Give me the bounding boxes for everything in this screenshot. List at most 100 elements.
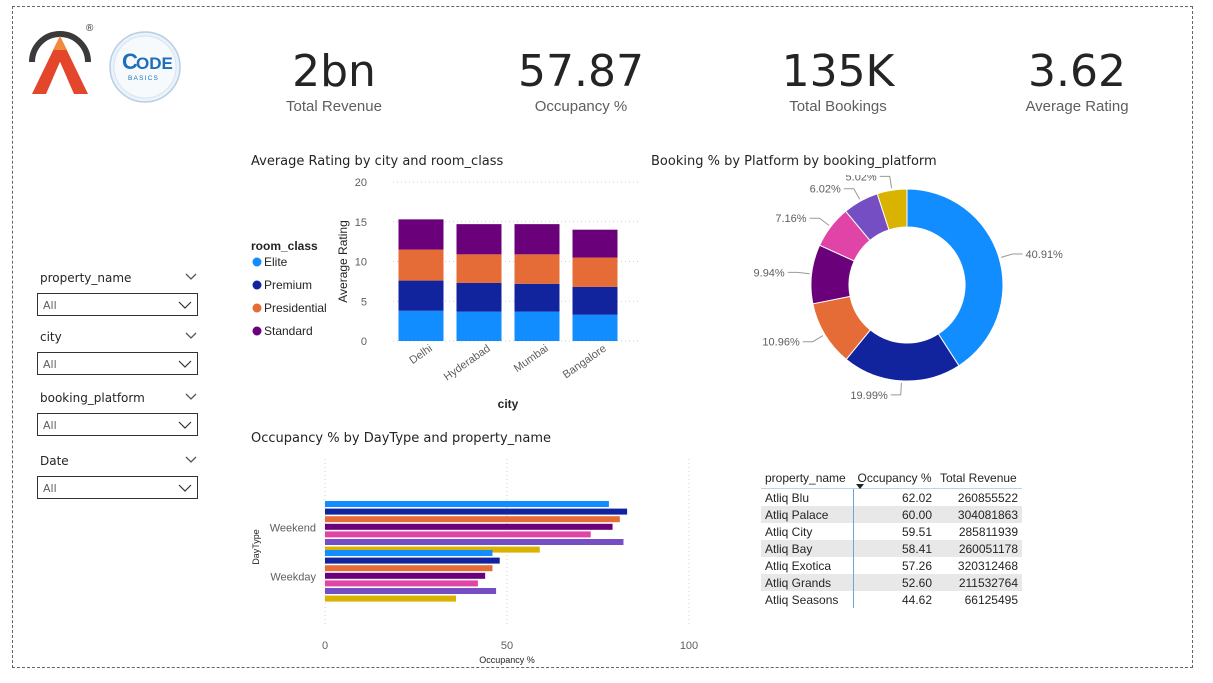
- cell-revenue: 66125495: [964, 592, 1018, 607]
- cell-revenue: 260051178: [936, 540, 1022, 557]
- kpi-value: 135K: [781, 46, 895, 97]
- bar-segment-presidential[interactable]: [572, 257, 618, 287]
- legend-label[interactable]: Elite: [264, 255, 288, 269]
- table-row[interactable]: Atliq Grands 52.60 211532764: [761, 574, 1022, 591]
- occupancy-bar-chart[interactable]: 0 50 100 Occupancy % DayType Weekend Weekday: [245, 455, 715, 670]
- bar-segment-elite[interactable]: [456, 311, 502, 341]
- bar[interactable]: [325, 565, 493, 572]
- table-row[interactable]: Atliq Palace 60.00 304081863: [761, 506, 1022, 523]
- bar-segment-elite[interactable]: [398, 310, 444, 341]
- bar-segment-standard[interactable]: [456, 224, 502, 255]
- bar-segment-standard[interactable]: [514, 224, 560, 255]
- slicer-dropdown-city[interactable]: All: [37, 352, 198, 375]
- cell-property-name: Atliq Palace: [761, 506, 854, 523]
- bar[interactable]: [325, 501, 609, 507]
- donut-slice[interactable]: [906, 188, 1004, 367]
- codebasics-wordmark: ODE: [136, 54, 173, 73]
- bar[interactable]: [325, 595, 457, 602]
- cell-occupancy: 44.62: [901, 592, 932, 607]
- table-row[interactable]: Atliq City 59.51 285811939: [761, 523, 1022, 540]
- bar[interactable]: [325, 580, 478, 587]
- bar[interactable]: [325, 588, 497, 594]
- codebasics-logo: C ODE BASICS: [109, 31, 181, 103]
- bar-segment-presidential[interactable]: [456, 254, 502, 283]
- leader-line: [802, 335, 824, 343]
- slicer-label-date: Date: [40, 454, 69, 468]
- cell-revenue: 260855522: [957, 490, 1018, 505]
- slicer-value: All: [43, 482, 57, 495]
- slicer-dropdown-date[interactable]: All: [37, 476, 198, 499]
- y-axis-title: Average Rating: [336, 220, 350, 303]
- rating-chart-title: Average Rating by city and room_class: [251, 154, 504, 169]
- registered-mark: ®: [86, 23, 94, 34]
- cell-property-name: Atliq Blu: [761, 488, 854, 506]
- bar[interactable]: [325, 531, 591, 538]
- kpi-label: Total Revenue: [286, 98, 382, 115]
- bar[interactable]: [325, 572, 486, 579]
- chevron-down-icon[interactable]: [184, 392, 198, 402]
- data-label: 5.02%: [846, 175, 877, 183]
- cell-property-name: Atliq City: [761, 523, 854, 540]
- cell-occupancy: 62.02: [901, 490, 932, 505]
- property-table[interactable]: property_name Occupancy % Total Revenue …: [761, 468, 1022, 608]
- legend-label[interactable]: Premium: [264, 278, 312, 292]
- kpi-average-rating: 3.62 Average Rating: [977, 44, 1177, 115]
- bar-segment-standard[interactable]: [572, 229, 618, 258]
- data-label: 7.16%: [775, 213, 806, 225]
- chevron-down-icon: [178, 421, 192, 429]
- slicer-value: All: [43, 419, 57, 432]
- rating-bar-chart[interactable]: 0 5 10 15 20 Average Rating city Delhi Hyderabad…: [245, 172, 645, 422]
- table-row[interactable]: Atliq Bay 58.41 260051178: [761, 540, 1022, 557]
- column-header[interactable]: Total Revenue: [936, 468, 1022, 489]
- bar-segment-premium[interactable]: [514, 283, 560, 312]
- cell-property-name: Atliq Seasons: [761, 591, 854, 608]
- cell-revenue: 211532764: [936, 574, 1022, 591]
- table-row[interactable]: Atliq Blu 62.02 260855522: [761, 488, 1022, 506]
- y-tick-label: 15: [355, 217, 367, 229]
- cell-property-name: Atliq Exotica: [761, 557, 854, 574]
- kpi-label: Occupancy %: [534, 98, 628, 115]
- legend-marker: [252, 303, 262, 313]
- leader-line: [879, 175, 893, 189]
- bar[interactable]: [325, 523, 613, 530]
- table-row[interactable]: Atliq Exotica 57.26 320312468: [761, 557, 1022, 574]
- bar-segment-standard[interactable]: [398, 219, 444, 250]
- cell-occupancy: 59.51: [901, 524, 932, 539]
- column-header-label: Occupancy %: [857, 471, 932, 485]
- legend-label[interactable]: Standard: [264, 324, 313, 338]
- bar[interactable]: [325, 557, 500, 564]
- column-header[interactable]: property_name: [761, 468, 854, 489]
- data-label: 6.02%: [810, 184, 841, 196]
- bar[interactable]: [325, 516, 620, 523]
- legend-title: room_class: [251, 239, 318, 253]
- bar-segment-premium[interactable]: [572, 286, 618, 315]
- x-axis-title: city: [498, 397, 519, 411]
- bar[interactable]: [325, 550, 493, 556]
- platform-donut-chart[interactable]: 40.91% 19.99% 10.96% 9.94% 7.16% 6.02% 5.02%: [745, 175, 1075, 425]
- cell-occupancy: 57.26: [901, 558, 932, 573]
- bar-segment-premium[interactable]: [398, 280, 444, 311]
- slicer-dropdown-booking-platform[interactable]: All: [37, 413, 198, 436]
- chevron-down-icon[interactable]: [184, 331, 198, 341]
- bar-segment-premium[interactable]: [456, 282, 502, 312]
- slicer-dropdown-property-name[interactable]: All: [37, 293, 198, 316]
- cell-occupancy: 58.41: [853, 540, 936, 557]
- y-tick-label: Weekday: [270, 572, 316, 584]
- bar-segment-presidential[interactable]: [398, 249, 444, 281]
- bar-segment-elite[interactable]: [514, 311, 560, 341]
- bar[interactable]: [325, 508, 628, 515]
- cell-revenue: 320312468: [957, 558, 1018, 573]
- codebasics-subtext: BASICS: [128, 75, 159, 82]
- chevron-down-icon[interactable]: [184, 455, 198, 465]
- column-header[interactable]: Occupancy %: [853, 468, 936, 489]
- y-tick-label: Weekend: [270, 523, 316, 535]
- table-row[interactable]: Atliq Seasons 44.62 66125495: [761, 591, 1022, 608]
- bar-segment-presidential[interactable]: [514, 254, 560, 284]
- x-tick-label: Bangalore: [561, 343, 609, 382]
- x-tick-label: Delhi: [407, 343, 434, 367]
- bar-segment-elite[interactable]: [572, 314, 618, 341]
- leader-line: [1000, 253, 1023, 258]
- legend-label[interactable]: Presidential: [264, 301, 327, 315]
- chevron-down-icon[interactable]: [184, 272, 198, 282]
- bar[interactable]: [325, 539, 624, 545]
